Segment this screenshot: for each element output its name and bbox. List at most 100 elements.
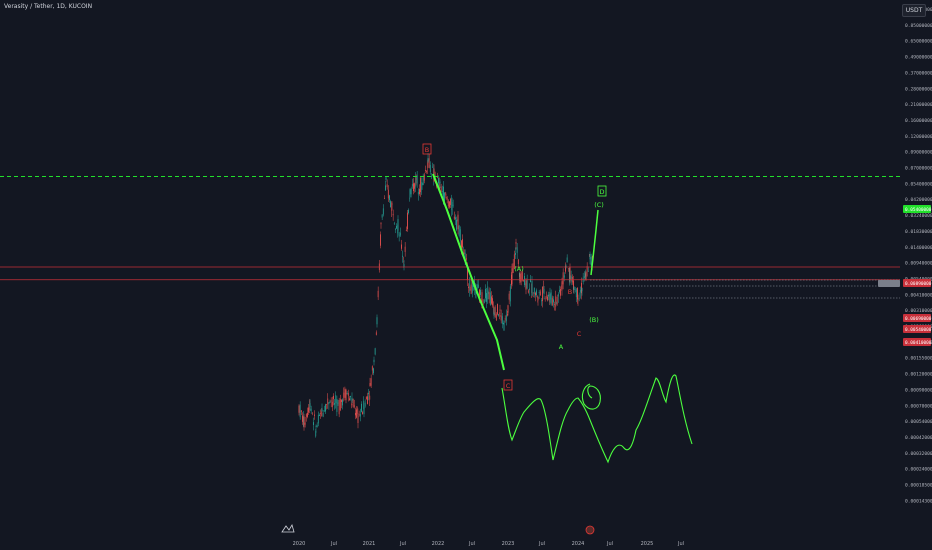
candle-body xyxy=(387,189,389,199)
candle-body xyxy=(444,192,445,201)
x-tick-label: 2025 xyxy=(641,541,654,547)
candle-body xyxy=(310,408,312,412)
candle-body xyxy=(575,289,577,298)
candle-body xyxy=(505,314,507,322)
candle-body xyxy=(469,289,471,291)
candle-body xyxy=(427,158,429,162)
candle-body xyxy=(574,288,576,290)
candle-body xyxy=(438,177,439,184)
candle-body xyxy=(441,191,443,193)
wave-label[interactable]: C xyxy=(506,382,511,390)
candle-body xyxy=(450,198,451,206)
candle-body xyxy=(325,404,326,412)
candle-body xyxy=(322,412,324,417)
candle-body xyxy=(529,288,530,290)
candle-body xyxy=(531,280,533,296)
candle-body xyxy=(411,184,413,187)
price-axis: 1.400000000.850000000.650000000.49000000… xyxy=(905,7,932,504)
y-tick-label: 0.00120000 xyxy=(905,372,932,378)
candle-body xyxy=(425,169,426,171)
candle-body xyxy=(321,408,323,411)
y-tick-label: 0.00940000 xyxy=(905,261,932,267)
candle-body xyxy=(491,296,492,304)
candle-body xyxy=(548,294,549,297)
candle-body xyxy=(501,316,503,324)
candle-body xyxy=(299,404,301,418)
candle-body xyxy=(316,425,318,428)
wave-label[interactable]: D xyxy=(599,188,604,196)
y-tick-label: 0.00155000 xyxy=(905,356,932,362)
candle-body xyxy=(417,191,419,195)
wave-label[interactable]: B xyxy=(568,288,572,296)
wave-label[interactable]: A xyxy=(559,343,564,351)
candle-body xyxy=(455,217,456,220)
y-tick-label: 0.07000000 xyxy=(905,166,932,172)
candle-body xyxy=(305,414,307,417)
candle-body xyxy=(526,280,528,289)
candle-body xyxy=(370,378,372,386)
candle-body xyxy=(326,403,327,405)
wave-label[interactable]: C xyxy=(577,330,582,338)
candle-body xyxy=(495,314,497,321)
candle-body xyxy=(421,183,423,186)
candle-body xyxy=(351,403,353,406)
x-tick-label: 2024 xyxy=(572,541,585,547)
candle-body xyxy=(520,272,522,282)
x-tick-label: Jul xyxy=(677,541,684,547)
candle-body xyxy=(524,275,525,285)
candle-body xyxy=(381,214,383,218)
candle-body xyxy=(342,399,343,406)
candle-body xyxy=(303,416,305,428)
candle-body xyxy=(515,252,516,255)
candle-body xyxy=(315,425,317,427)
y-tick-label: 0.00042000 xyxy=(905,435,932,441)
currency-button[interactable]: USDT xyxy=(902,4,926,17)
x-tick-label: 2023 xyxy=(502,541,515,547)
price-chart[interactable]: B C (A) A B C (B) (C) D 1.400000000.850000000.65… xyxy=(0,0,932,550)
candle-body xyxy=(323,410,325,412)
candle-body xyxy=(385,177,387,180)
candle-body xyxy=(347,392,349,396)
candle-body xyxy=(384,198,385,200)
candle-body xyxy=(298,405,300,413)
candle-body xyxy=(428,158,430,168)
candle-body xyxy=(500,315,502,321)
price-label-text: 0.00690000 xyxy=(905,316,932,322)
candle-body xyxy=(359,414,361,417)
candle-body xyxy=(351,397,353,401)
candle-body xyxy=(302,415,303,422)
x-tick-label: 2022 xyxy=(432,541,445,547)
price-label-text: 0.00890000 xyxy=(905,281,932,287)
candle-body xyxy=(399,232,401,236)
candle-body xyxy=(462,238,463,248)
y-tick-label: 0.01830000 xyxy=(905,229,932,235)
y-tick-label: 0.03240000 xyxy=(905,213,932,219)
event-marker-icon[interactable] xyxy=(585,525,595,535)
candle-body xyxy=(393,222,395,224)
wave-label[interactable]: (B) xyxy=(589,316,599,324)
candle-body xyxy=(386,184,388,188)
candle-body xyxy=(398,234,400,237)
candle-body xyxy=(330,400,332,402)
candle-body xyxy=(357,408,359,415)
y-tick-label: 0.37000000 xyxy=(905,70,932,76)
x-tick-label: Jul xyxy=(468,541,475,547)
candle-body xyxy=(369,395,371,400)
candle-body xyxy=(365,396,367,400)
wave-label[interactable]: (C) xyxy=(594,201,604,209)
candle-body xyxy=(570,275,572,282)
candle-body xyxy=(579,289,581,293)
candle-body xyxy=(414,183,415,189)
candle-body xyxy=(539,291,541,296)
candle-body xyxy=(470,284,472,294)
candle-body xyxy=(415,178,417,180)
candle-body xyxy=(355,412,356,416)
candle-body xyxy=(300,410,302,412)
candle-body xyxy=(353,405,355,407)
candle-body xyxy=(551,297,553,306)
candle-body xyxy=(508,293,510,300)
candle-body xyxy=(458,225,460,236)
wave-label[interactable]: (A) xyxy=(514,265,524,273)
candle-body xyxy=(494,306,496,317)
wave-label[interactable]: B xyxy=(425,146,429,154)
